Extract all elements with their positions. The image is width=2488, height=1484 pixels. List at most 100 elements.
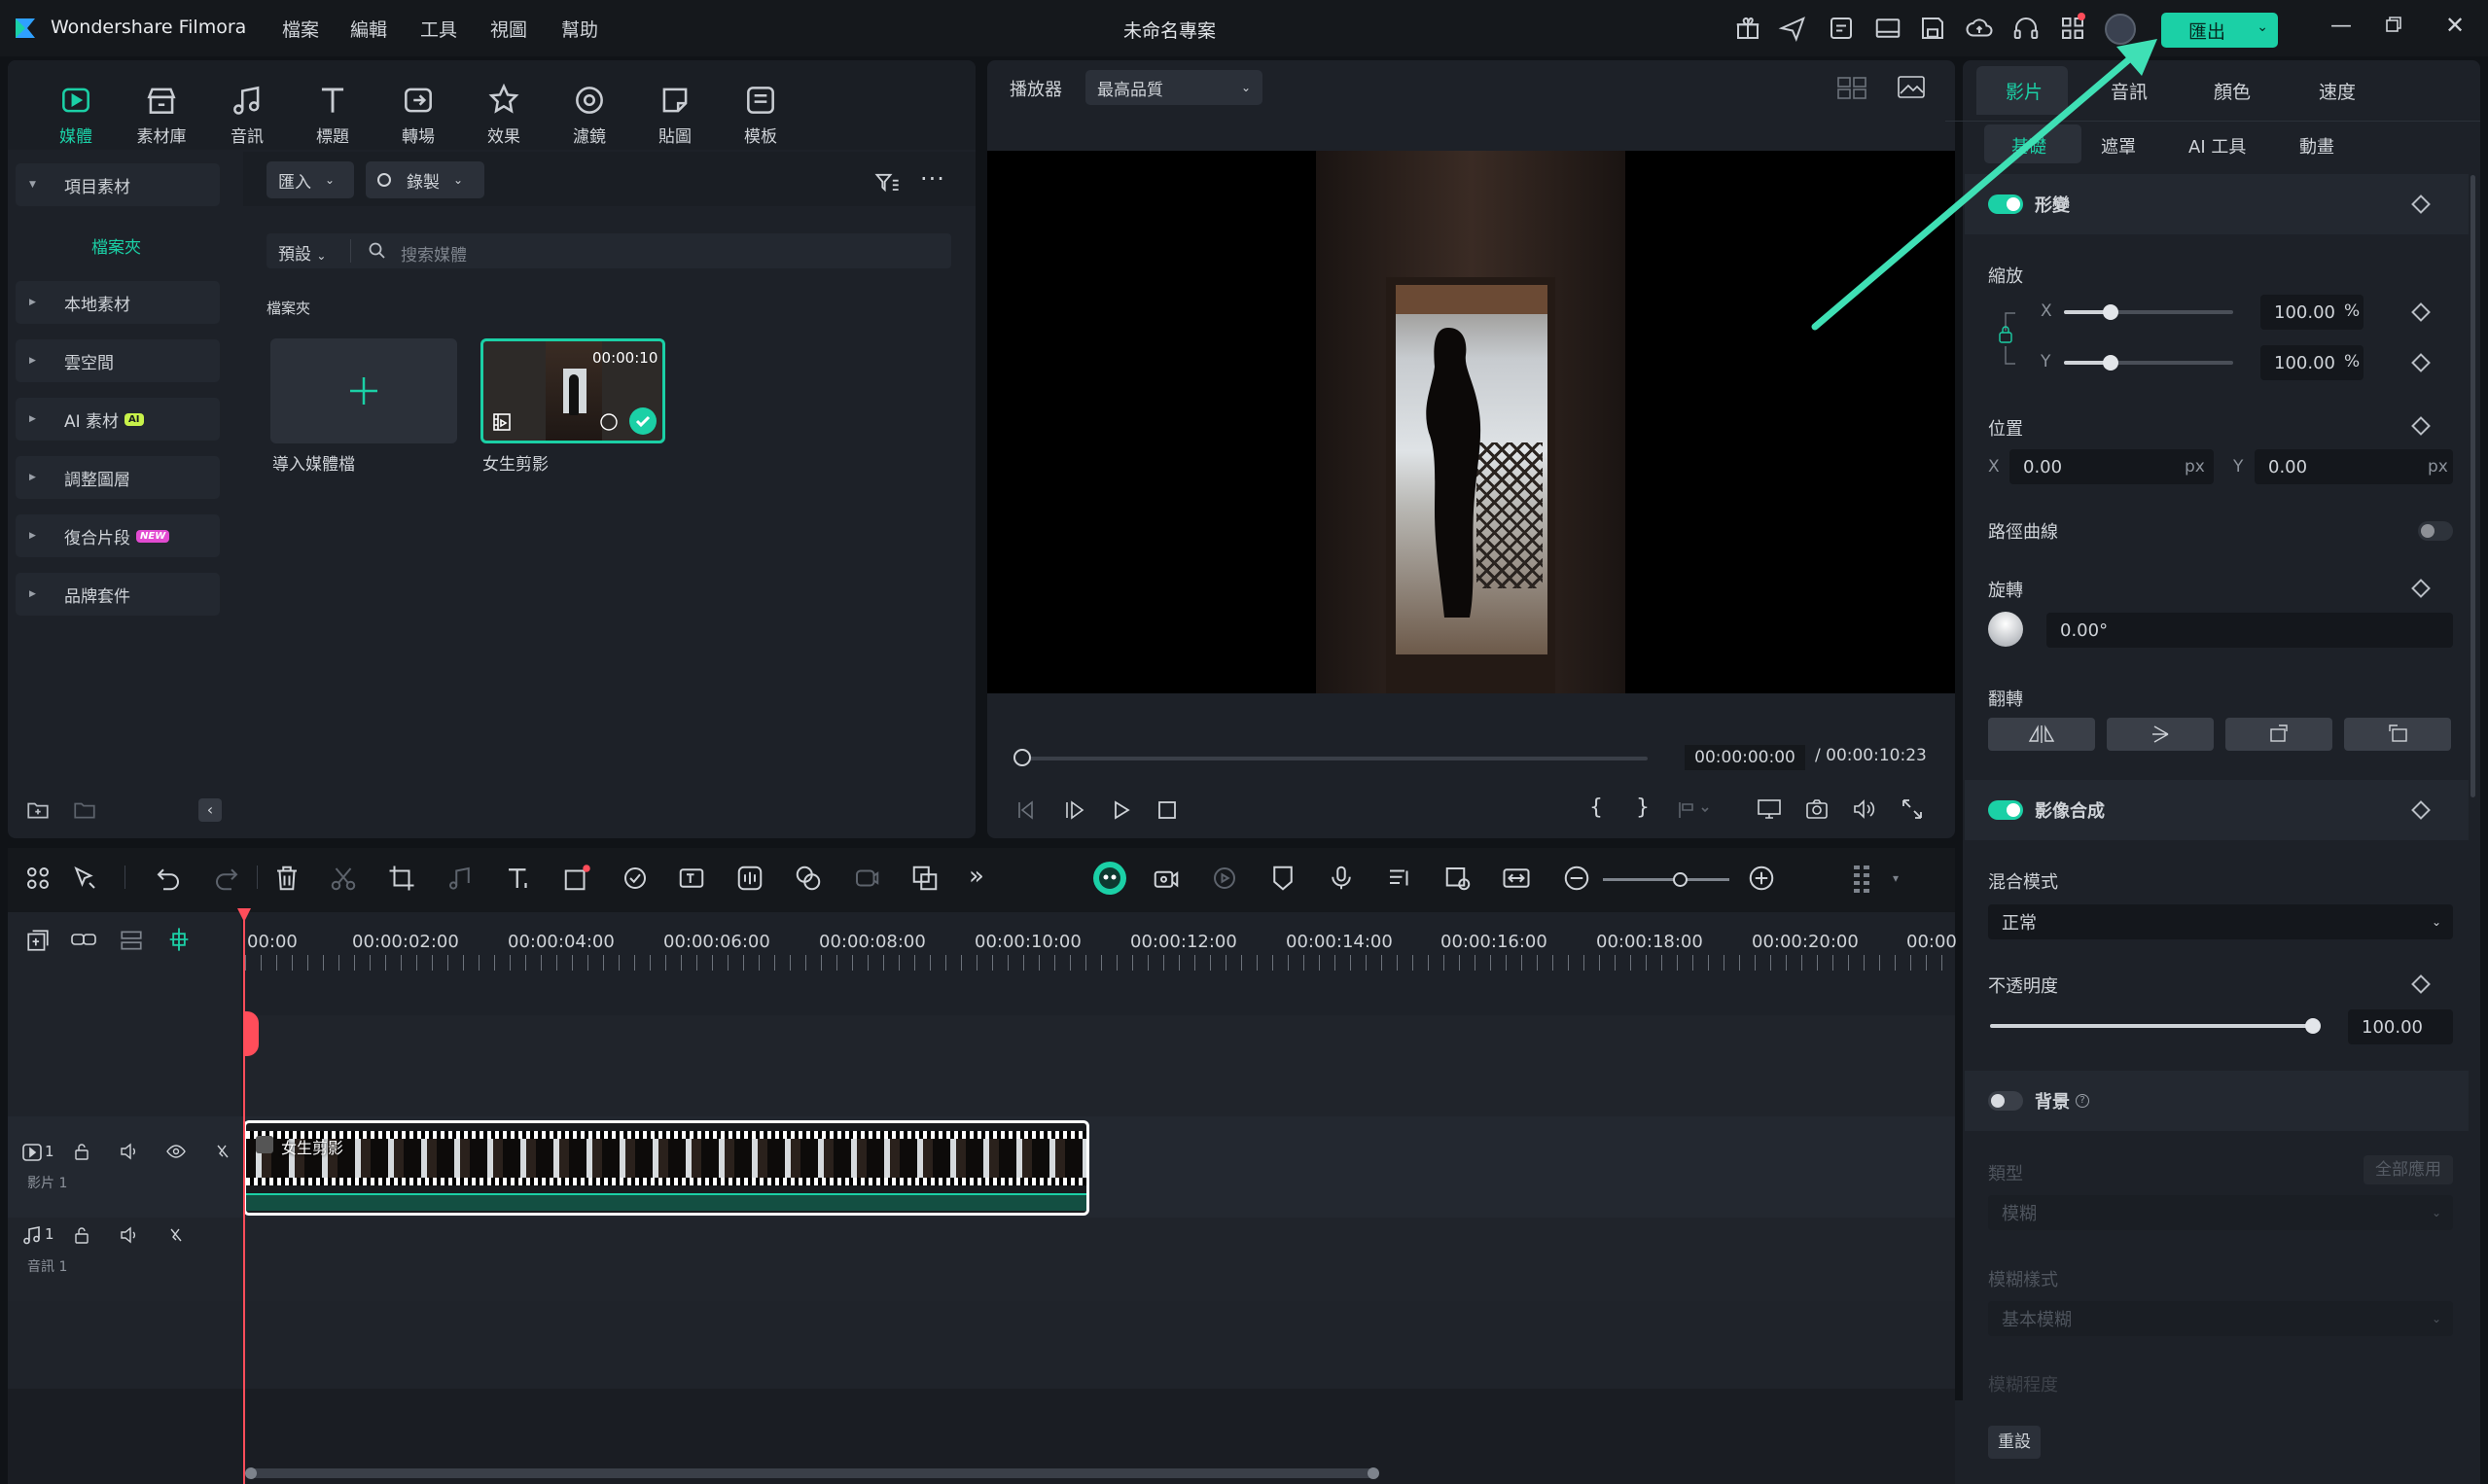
tab-audio-props[interactable]: 音訊 bbox=[2111, 78, 2148, 104]
headset-icon[interactable] bbox=[2011, 14, 2041, 43]
more-options-icon[interactable]: ··· bbox=[920, 165, 945, 193]
tab-stock[interactable]: 素材庫 bbox=[123, 82, 200, 147]
snapshot-view-icon[interactable] bbox=[1897, 74, 1926, 101]
menu-tools[interactable]: 工具 bbox=[420, 16, 457, 42]
add-track-icon[interactable] bbox=[25, 928, 51, 953]
chevron-down-icon[interactable]: ⌄ bbox=[2257, 19, 2268, 35]
ai-copilot-icon[interactable] bbox=[1093, 862, 1126, 895]
render-icon[interactable] bbox=[1210, 864, 1239, 893]
zoom-out-icon[interactable] bbox=[1562, 864, 1591, 893]
marker-icon[interactable] bbox=[1268, 864, 1297, 893]
rotate-right-button[interactable] bbox=[2225, 718, 2332, 751]
eye-icon[interactable] bbox=[165, 1142, 187, 1161]
scale-y-slider-handle[interactable] bbox=[2103, 355, 2118, 371]
layout-icon[interactable] bbox=[1873, 14, 1902, 43]
save-icon[interactable] bbox=[1918, 14, 1947, 43]
tab-video[interactable]: 影片 bbox=[2006, 78, 2043, 104]
audio-mix-icon[interactable] bbox=[1385, 864, 1414, 893]
link-scale-icon[interactable] bbox=[1994, 309, 2017, 368]
rotate-left-button[interactable] bbox=[2344, 718, 2451, 751]
properties-scrollbar[interactable] bbox=[2470, 175, 2475, 797]
grid-view-icon[interactable] bbox=[1836, 74, 1867, 101]
storage-icon[interactable] bbox=[1827, 14, 1856, 43]
transform-toggle[interactable] bbox=[1988, 194, 2023, 214]
record-button[interactable]: 錄製 ⌄ bbox=[366, 161, 484, 198]
minimize-icon[interactable]: — bbox=[2330, 14, 2352, 38]
speaker-icon[interactable] bbox=[119, 1142, 140, 1161]
scale-x-slider-handle[interactable] bbox=[2103, 304, 2118, 320]
tab-template[interactable]: 模板 bbox=[722, 82, 800, 147]
avatar[interactable] bbox=[2105, 14, 2136, 45]
color-match-icon[interactable] bbox=[621, 864, 650, 893]
timeline-video-clip[interactable]: 女生剪影 bbox=[243, 1120, 1089, 1216]
background-type-dropdown[interactable]: 模糊 ⌄ bbox=[1988, 1195, 2453, 1230]
volume-icon[interactable] bbox=[1852, 797, 1875, 821]
preset-dropdown[interactable]: 預設 ⌄ bbox=[278, 240, 326, 265]
insert-options-icon[interactable] bbox=[1677, 799, 1712, 821]
import-media-tile[interactable] bbox=[270, 338, 457, 443]
ai-text-icon[interactable] bbox=[677, 864, 706, 893]
track-height-icon[interactable] bbox=[119, 928, 144, 953]
mark-out-icon[interactable]: } bbox=[1636, 795, 1650, 820]
zoom-slider-handle[interactable] bbox=[1673, 872, 1688, 887]
collapse-sidebar-button[interactable]: ‹ bbox=[198, 798, 222, 822]
previous-frame-icon[interactable] bbox=[1015, 799, 1035, 821]
display-settings-icon[interactable] bbox=[1757, 797, 1782, 821]
undo-icon[interactable] bbox=[154, 864, 183, 893]
fit-timeline-icon[interactable] bbox=[1502, 864, 1531, 893]
subtab-mask[interactable]: 遮罩 bbox=[2101, 133, 2136, 159]
subtab-basic[interactable]: 基礎 bbox=[2011, 133, 2046, 159]
timeline-scrollbar-end-handle[interactable] bbox=[1368, 1467, 1379, 1479]
transform-section-header[interactable]: 形變 bbox=[1965, 174, 2469, 234]
ai-camera-icon[interactable] bbox=[1152, 864, 1181, 893]
timeline-scrollbar-start-handle[interactable] bbox=[245, 1467, 257, 1479]
cloud-upload-icon[interactable] bbox=[1965, 14, 1994, 43]
sidebar-item-cloud[interactable]: ▶ 雲空間 bbox=[16, 339, 220, 382]
gift-icon[interactable] bbox=[1733, 14, 1762, 43]
position-x-input[interactable]: 0.00 bbox=[2009, 449, 2214, 484]
tab-color[interactable]: 顏色 bbox=[2214, 78, 2251, 104]
sidebar-item-compound[interactable]: ▶ 復合片段 NEW bbox=[16, 514, 220, 557]
layout-grid-icon[interactable] bbox=[23, 864, 53, 893]
quality-dropdown[interactable]: 最高品質 ⌄ bbox=[1085, 70, 1262, 105]
rotation-input[interactable]: 0.00° bbox=[2046, 613, 2453, 648]
text-icon[interactable] bbox=[504, 864, 533, 893]
timeline-scrollbar[interactable] bbox=[247, 1468, 1377, 1478]
menu-file[interactable]: 檔案 bbox=[282, 16, 319, 42]
lock-icon[interactable] bbox=[72, 1142, 91, 1161]
link-clips-icon[interactable] bbox=[70, 928, 97, 953]
audio-wave-icon[interactable] bbox=[735, 864, 764, 893]
export-button[interactable]: 匯出 ⌄ bbox=[2161, 13, 2278, 48]
tab-speed[interactable]: 速度 bbox=[2319, 78, 2356, 104]
translate-icon[interactable] bbox=[910, 864, 940, 893]
sidebar-item-adjustment[interactable]: ▶ 調整圖層 bbox=[16, 456, 220, 499]
split-icon[interactable] bbox=[329, 864, 358, 893]
apply-all-button[interactable]: 全部應用 bbox=[2364, 1155, 2453, 1184]
select-tool-icon[interactable] bbox=[70, 864, 99, 893]
flip-horizontal-button[interactable] bbox=[1988, 718, 2095, 751]
track-manager-icon[interactable] bbox=[1443, 864, 1473, 893]
close-icon[interactable]: ✕ bbox=[2445, 12, 2465, 39]
subtab-animation[interactable]: 動畫 bbox=[2299, 133, 2334, 159]
fullscreen-icon[interactable] bbox=[1901, 797, 1924, 821]
restore-icon[interactable] bbox=[2385, 16, 2402, 33]
help-icon[interactable]: ? bbox=[2076, 1094, 2089, 1108]
tab-effects[interactable]: 效果 bbox=[465, 82, 543, 147]
menu-help[interactable]: 幫助 bbox=[561, 16, 598, 42]
subtab-ai-tools[interactable]: AI 工具 bbox=[2188, 133, 2246, 159]
blur-style-dropdown[interactable]: 基本模糊 ⌄ bbox=[1988, 1301, 2453, 1336]
zoom-slider-track[interactable] bbox=[1603, 878, 1729, 881]
import-button[interactable]: 匯入 ⌄ bbox=[267, 161, 354, 198]
opacity-input[interactable]: 100.00 bbox=[2348, 1009, 2453, 1044]
more-tools-icon[interactable]: » bbox=[969, 862, 984, 891]
lock-icon[interactable] bbox=[72, 1225, 91, 1245]
mute-track-icon[interactable] bbox=[212, 1142, 233, 1161]
zoom-in-icon[interactable] bbox=[1747, 864, 1776, 893]
sticker-ai-icon[interactable] bbox=[794, 864, 823, 893]
path-curve-toggle[interactable] bbox=[2418, 521, 2453, 541]
mute-track-icon[interactable] bbox=[165, 1225, 187, 1245]
play-icon[interactable] bbox=[1111, 799, 1132, 821]
compositing-toggle[interactable] bbox=[1988, 800, 2023, 820]
playhead-grab-tab[interactable] bbox=[243, 1011, 259, 1056]
shape-icon[interactable] bbox=[562, 864, 591, 893]
